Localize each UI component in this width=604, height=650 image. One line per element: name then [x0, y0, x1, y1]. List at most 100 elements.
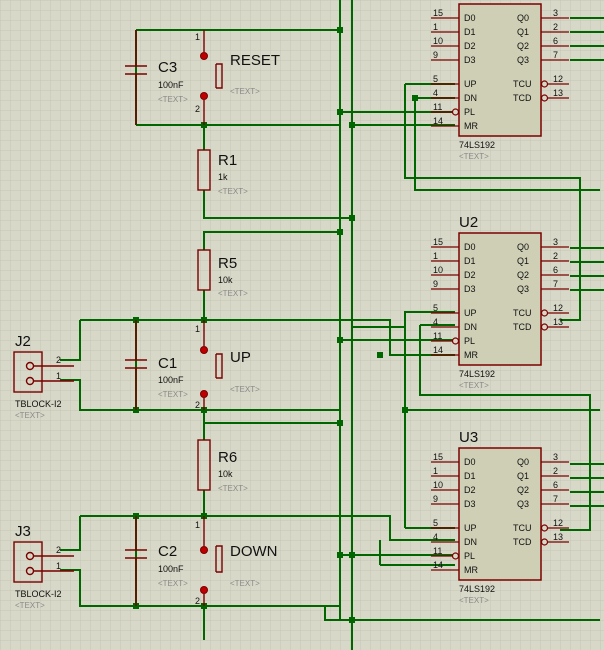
switch-pin-top: 1	[195, 32, 200, 42]
chip-pin-number: 5	[433, 518, 438, 528]
chip-pin-signal: D3	[464, 284, 476, 294]
chip-pin-signal: Q0	[517, 457, 529, 467]
placeholder-text: <TEXT>	[230, 87, 260, 96]
chip-pin-number: 2	[553, 466, 558, 476]
chip-pin-signal: TCD	[513, 93, 532, 103]
chip-pin-number: 13	[553, 88, 563, 98]
chip-pin-signal: D2	[464, 270, 476, 280]
switch-pin-top: 1	[195, 520, 200, 530]
chip-pin-number: 13	[553, 532, 563, 542]
chip-pin-number: 7	[553, 494, 558, 504]
chip-ref: U3	[459, 429, 478, 446]
capacitor-value: 100nF	[158, 80, 184, 90]
chip-pin-number: 9	[433, 50, 438, 60]
chip-pin-signal: D0	[464, 242, 476, 252]
chip-pin-signal: D0	[464, 13, 476, 23]
chip-pin-signal: MR	[464, 565, 478, 575]
placeholder-text: <TEXT>	[218, 187, 248, 196]
chip-pin-number: 11	[433, 102, 442, 112]
chip-pin-number: 5	[433, 74, 438, 84]
placeholder-text: <TEXT>	[158, 95, 188, 104]
chip-pin-number: 11	[433, 546, 442, 556]
switch-pin-bottom: 2	[195, 400, 200, 410]
chip-pin-number: 15	[433, 237, 443, 247]
chip-part: 74LS192	[459, 584, 495, 594]
placeholder-text: <TEXT>	[459, 596, 489, 605]
placeholder-text: <TEXT>	[218, 484, 248, 493]
connector-part: TBLOCK-I2	[15, 399, 62, 409]
chip-pin-signal: D2	[464, 485, 476, 495]
connector-ref: J2	[15, 333, 31, 350]
chip-pin-number: 14	[433, 345, 443, 355]
capacitor-ref: C1	[158, 355, 177, 372]
chip-pin-signal: D1	[464, 256, 476, 266]
chip-pin-signal: D2	[464, 41, 476, 51]
chip-pin-signal: TCD	[513, 537, 532, 547]
chip-pin-number: 1	[433, 466, 438, 476]
placeholder-text: <TEXT>	[218, 289, 248, 298]
chip-pin-number: 6	[553, 265, 558, 275]
chip-pin-number: 2	[553, 251, 558, 261]
chip-pin-number: 10	[433, 36, 443, 46]
chip-pin-number: 11	[433, 331, 442, 341]
placeholder-text: <TEXT>	[459, 152, 489, 161]
chip-pin-signal: DN	[464, 93, 477, 103]
chip-pin-signal: Q0	[517, 242, 529, 252]
chip-pin-signal: Q1	[517, 27, 529, 37]
chip-pin-signal: D1	[464, 471, 476, 481]
chip-pin-number: 4	[433, 532, 438, 542]
chip-pin-signal: Q2	[517, 270, 529, 280]
chip-pin-number: 14	[433, 560, 443, 570]
switch-label: UP	[230, 349, 251, 366]
placeholder-text: <TEXT>	[15, 601, 45, 610]
chip-pin-number: 15	[433, 452, 443, 462]
chip-pin-signal: Q2	[517, 41, 529, 51]
chip-pin-signal: DN	[464, 322, 477, 332]
connector-pin-top: 2	[56, 545, 61, 555]
placeholder-text: <TEXT>	[230, 579, 260, 588]
resistor-ref: R5	[218, 255, 237, 272]
chip-pin-signal: Q1	[517, 471, 529, 481]
placeholder-text: <TEXT>	[158, 579, 188, 588]
chip-pin-signal: DN	[464, 537, 477, 547]
placeholder-text: <TEXT>	[230, 385, 260, 394]
chip-pin-signal: Q2	[517, 485, 529, 495]
chip-part: 74LS192	[459, 369, 495, 379]
chip-pin-signal: TCD	[513, 322, 532, 332]
chip-pin-number: 15	[433, 8, 443, 18]
resistor-value: 10k	[218, 469, 233, 479]
placeholder-text: <TEXT>	[459, 381, 489, 390]
capacitor-ref: C3	[158, 59, 177, 76]
switch-label: DOWN	[230, 543, 278, 560]
chip-pin-signal: PL	[464, 336, 475, 346]
switch-pin-top: 1	[195, 324, 200, 334]
schematic-canvas[interactable]: C3 100nF <TEXT> C1 100nF <TEXT> C2 100nF…	[0, 0, 604, 650]
capacitor-value: 100nF	[158, 564, 184, 574]
chip-pin-number: 2	[553, 22, 558, 32]
chip-pin-signal: D1	[464, 27, 476, 37]
capacitor-value: 100nF	[158, 375, 184, 385]
chip-pin-number: 3	[553, 452, 558, 462]
chip-pin-signal: UP	[464, 308, 477, 318]
resistor-ref: R6	[218, 449, 237, 466]
chip-pin-number: 3	[553, 237, 558, 247]
chip-pin-number: 10	[433, 265, 443, 275]
chip-pin-signal: MR	[464, 350, 478, 360]
switch-pin-bottom: 2	[195, 596, 200, 606]
chip-pin-number: 4	[433, 317, 438, 327]
chip-pin-number: 14	[433, 116, 443, 126]
chip-pin-number: 10	[433, 480, 443, 490]
chip-pin-number: 12	[553, 74, 563, 84]
chip-pin-number: 3	[553, 8, 558, 18]
chip-pin-number: 4	[433, 88, 438, 98]
connector-pin-bottom: 1	[56, 561, 61, 571]
chip-pin-number: 13	[553, 317, 563, 327]
chip-pin-signal: UP	[464, 79, 477, 89]
switch-pin-bottom: 2	[195, 104, 200, 114]
chip-pin-signal: Q0	[517, 13, 529, 23]
capacitor-ref: C2	[158, 543, 177, 560]
chip-pin-signal: Q1	[517, 256, 529, 266]
chip-pin-number: 9	[433, 494, 438, 504]
chip-pin-signal: D0	[464, 457, 476, 467]
chip-pin-number: 12	[553, 518, 563, 528]
